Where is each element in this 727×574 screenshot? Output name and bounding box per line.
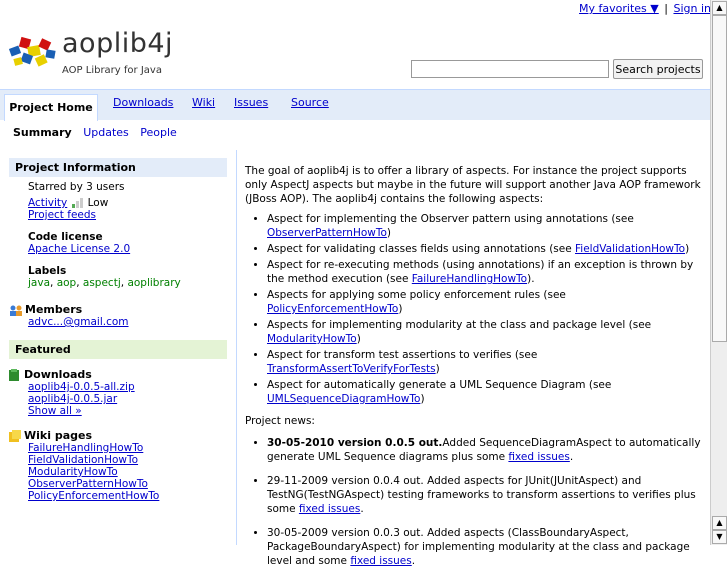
tab-bar: Project Home Downloads Wiki Issues Sourc… xyxy=(0,89,712,121)
wiki-pages-label: Wiki pages xyxy=(24,429,92,442)
tab-wiki[interactable]: Wiki xyxy=(192,96,215,109)
list-item: Aspects for applying some policy enforce… xyxy=(267,288,703,316)
scroll-up-arrow-icon[interactable]: ▲ xyxy=(712,516,727,530)
label-java[interactable]: java xyxy=(28,277,50,289)
fixed-issues-link[interactable]: fixed issues xyxy=(299,503,360,515)
scroll-up-arrow-icon[interactable]: ▲ xyxy=(712,1,727,15)
featured-wiki: Wiki pages FailureHandlingHowTo FieldVal… xyxy=(9,429,227,502)
list-item: Aspect for implementing the Observer pat… xyxy=(267,212,703,240)
download-all-zip-link[interactable]: aoplib4j-0.0.5-all.zip xyxy=(28,381,135,393)
subtabs: Summary Updates People xyxy=(13,126,185,139)
labels-label: Labels xyxy=(28,265,67,277)
members-section: Members advc...@gmail.com xyxy=(9,303,227,328)
wiki-link-observer-pattern[interactable]: ObserverPatternHowTo xyxy=(28,478,148,490)
top-bar: My favorites ▼ | Sign in xyxy=(0,0,711,20)
list-item: 30-05-2010 version 0.0.5 out.Added Seque… xyxy=(267,436,703,464)
wiki-link-policyenforcement[interactable]: PolicyEnforcementHowTo xyxy=(267,303,398,315)
tab-issues[interactable]: Issues xyxy=(234,96,268,109)
activity-row: Activity Low xyxy=(28,197,227,209)
label-aspectj[interactable]: aspectj xyxy=(83,277,121,289)
members-label: Members xyxy=(25,303,83,316)
logo-icon xyxy=(8,36,56,67)
starred-count: Starred by 3 users xyxy=(28,181,125,193)
show-all-downloads-link[interactable]: Show all » xyxy=(28,405,82,417)
project-subtitle: AOP Library for Java xyxy=(62,65,162,76)
list-item: 30-05-2009 version 0.0.3 out. Added aspe… xyxy=(267,526,703,568)
list-item: Aspect for transform test assertions to … xyxy=(267,348,703,376)
wiki-link-fieldvalidation[interactable]: FieldValidationHowTo xyxy=(575,243,685,255)
list-item: Aspect for validating classes fields usi… xyxy=(267,242,703,256)
activity-link[interactable]: Activity xyxy=(28,197,67,209)
sidebar: Project Information Starred by 3 users A… xyxy=(9,158,227,502)
downloads-icon xyxy=(9,369,19,381)
topbar-separator: | xyxy=(664,2,668,15)
label-aoplibrary[interactable]: aoplibrary xyxy=(127,277,180,289)
featured-heading: Featured xyxy=(9,340,227,359)
label-aop[interactable]: aop xyxy=(57,277,77,289)
labels-list: java, aop, aspectj, aoplibrary xyxy=(28,277,181,289)
subtab-summary[interactable]: Summary xyxy=(13,126,72,139)
project-information-heading: Project Information xyxy=(9,158,227,177)
members-icon xyxy=(10,305,22,316)
wiki-link-modularity[interactable]: ModularityHowTo xyxy=(28,466,118,478)
fixed-issues-link[interactable]: fixed issues xyxy=(508,451,569,463)
my-favorites-link[interactable]: My favorites ▼ xyxy=(579,2,659,15)
tab-project-home[interactable]: Project Home xyxy=(4,94,98,121)
subtab-people[interactable]: People xyxy=(140,126,177,139)
license-link[interactable]: Apache License 2.0 xyxy=(28,243,130,255)
project-intro: The goal of aoplib4j is to offer a libra… xyxy=(245,165,701,205)
aspects-list: Aspect for implementing the Observer pat… xyxy=(245,212,703,406)
wiki-link-field-validation[interactable]: FieldValidationHowTo xyxy=(28,454,138,466)
list-item: Aspects for implementing modularity at t… xyxy=(267,318,703,346)
news-list: 30-05-2010 version 0.0.5 out.Added Seque… xyxy=(245,436,703,568)
member-link[interactable]: advc...@gmail.com xyxy=(28,316,129,328)
project-title: aoplib4j xyxy=(62,28,174,59)
wiki-pages-icon xyxy=(9,430,21,442)
download-jar-link[interactable]: aoplib4j-0.0.5.jar xyxy=(28,393,117,405)
subtab-updates[interactable]: Updates xyxy=(83,126,129,139)
wiki-link-transformassert[interactable]: TransformAssertToVerifyForTests xyxy=(267,363,436,375)
search-projects-button[interactable]: Search projects xyxy=(613,59,703,79)
wiki-link-umlsequence[interactable]: UMLSequenceDiagramHowTo xyxy=(267,393,420,405)
search-input[interactable] xyxy=(411,60,609,78)
list-item: 29-11-2009 version 0.0.4 out. Added aspe… xyxy=(267,474,703,516)
wiki-link-modularityhowto[interactable]: ModularityHowTo xyxy=(267,333,357,345)
code-license-label: Code license xyxy=(28,231,103,243)
tab-source[interactable]: Source xyxy=(291,96,329,109)
activity-bars-icon xyxy=(71,198,83,208)
list-item: Aspect for automatically generate a UML … xyxy=(267,378,703,406)
main-content: The goal of aoplib4j is to offer a libra… xyxy=(245,164,703,574)
scroll-thumb[interactable] xyxy=(712,15,727,342)
sign-in-link[interactable]: Sign in xyxy=(673,2,711,15)
content-divider xyxy=(236,150,237,545)
wiki-link-failure-handling[interactable]: FailureHandlingHowTo xyxy=(28,442,143,454)
vertical-scrollbar[interactable]: ▲ ▲ ▼ xyxy=(710,0,727,545)
wiki-link-observer[interactable]: ObserverPatternHowTo xyxy=(267,227,387,239)
featured-downloads: Downloads aoplib4j-0.0.5-all.zip aoplib4… xyxy=(9,368,227,417)
list-item: Aspect for re-executing methods (using a… xyxy=(267,258,703,286)
activity-level: Low xyxy=(87,197,109,209)
project-feeds-link[interactable]: Project feeds xyxy=(28,209,96,221)
scroll-down-arrow-icon[interactable]: ▼ xyxy=(712,530,727,544)
tab-downloads[interactable]: Downloads xyxy=(113,96,173,109)
fixed-issues-link[interactable]: fixed issues xyxy=(350,555,411,567)
wiki-link-policy-enforcement[interactable]: PolicyEnforcementHowTo xyxy=(28,490,159,502)
wiki-link-failurehandling[interactable]: FailureHandlingHowTo xyxy=(412,273,527,285)
downloads-label: Downloads xyxy=(24,368,92,381)
project-news-label: Project news: xyxy=(245,415,315,427)
